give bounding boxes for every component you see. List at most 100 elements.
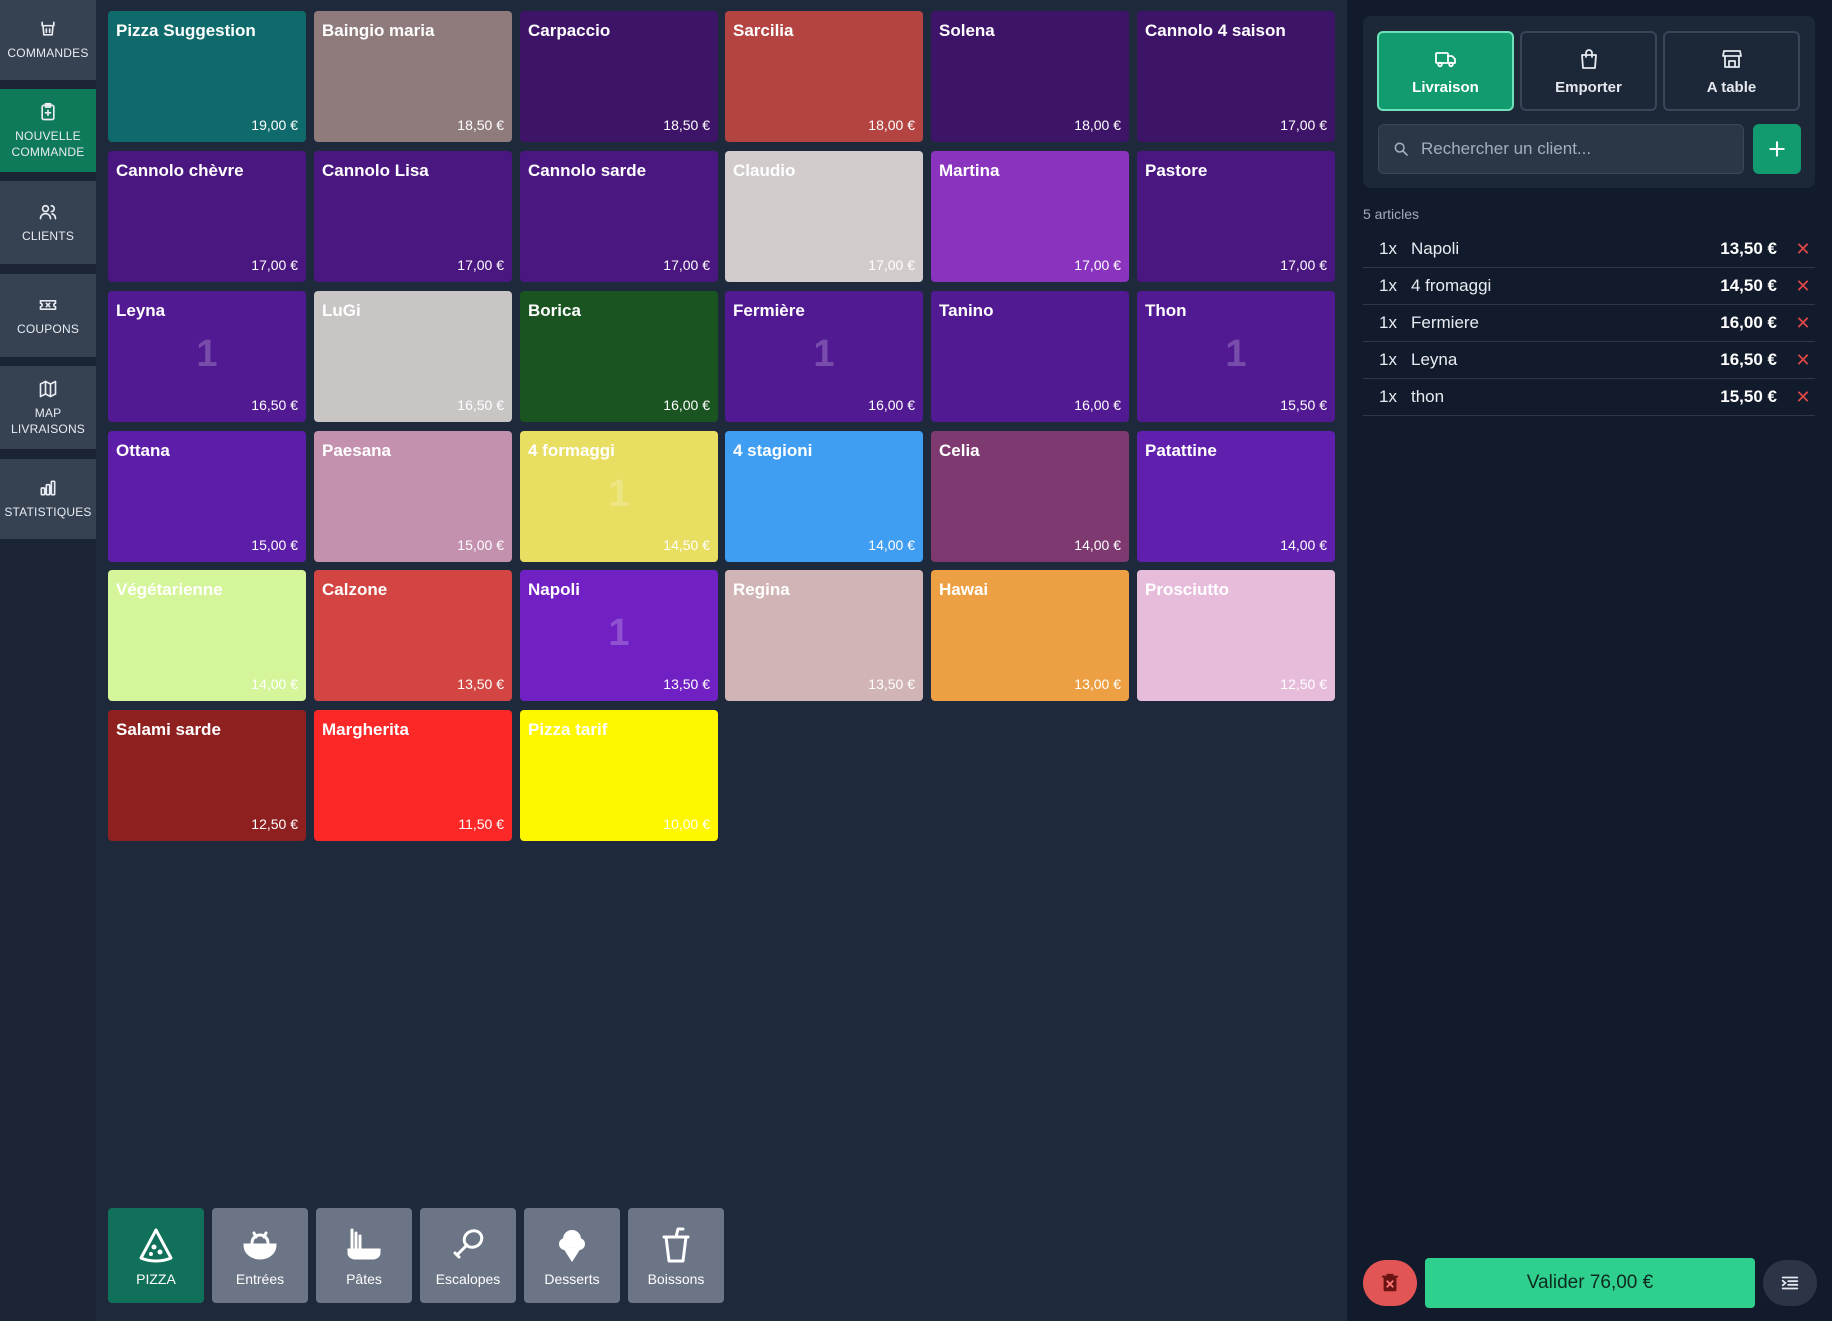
list-indent-icon (1781, 1276, 1799, 1290)
product-price: 15,00 € (457, 537, 504, 553)
nav-item-statistiques[interactable]: STATISTIQUES (0, 459, 96, 539)
product-tile[interactable]: Paesana 15,00 € (314, 431, 512, 562)
product-price: 16,50 € (251, 397, 298, 413)
category-tab-desserts[interactable]: Desserts (524, 1208, 620, 1303)
product-tile[interactable]: Salami sarde 12,50 € (108, 710, 306, 841)
product-tile[interactable]: Calzone 13,50 € (314, 570, 512, 701)
remove-item-button[interactable]: ✕ (1791, 239, 1815, 260)
nav-item-map-livraisons[interactable]: MAP LIVRAISONS (0, 366, 96, 449)
delete-order-button[interactable] (1363, 1260, 1417, 1306)
product-price: 17,00 € (1074, 257, 1121, 273)
product-tile[interactable]: Fermière 1 16,00 € (725, 291, 923, 422)
product-price: 16,00 € (868, 397, 915, 413)
product-tile[interactable]: Claudio 17,00 € (725, 151, 923, 282)
cart-item-name: Leyna (1411, 350, 1458, 369)
product-tile[interactable]: Napoli 1 13,50 € (520, 570, 718, 701)
product-tile[interactable]: Hawai 13,00 € (931, 570, 1129, 701)
product-tile[interactable]: Leyna 1 16,50 € (108, 291, 306, 422)
product-tile[interactable]: Pizza tarif 10,00 € (520, 710, 718, 841)
cart-item[interactable]: 1x Fermiere 16,00 € ✕ (1363, 305, 1815, 342)
category-tab-escalopes[interactable]: Escalopes (420, 1208, 516, 1303)
product-tile[interactable]: Borica 16,00 € (520, 291, 718, 422)
cart-item[interactable]: 1x Napoli 13,50 € ✕ (1363, 231, 1815, 268)
product-tile[interactable]: Cannolo Lisa 17,00 € (314, 151, 512, 282)
product-name: Pizza Suggestion (116, 21, 256, 40)
client-search[interactable] (1378, 124, 1744, 174)
product-tile[interactable]: Ottana 15,00 € (108, 431, 306, 562)
add-client-button[interactable] (1753, 124, 1801, 174)
category-tab-entrees[interactable]: Entrées (212, 1208, 308, 1303)
product-tile[interactable]: Carpaccio 18,50 € (520, 11, 718, 142)
category-label: PIZZA (136, 1270, 176, 1287)
cart-item-qty: 1x (1379, 313, 1397, 332)
nav-label: COUPONS (16, 321, 80, 336)
cart-item[interactable]: 1x Leyna 16,50 € ✕ (1363, 342, 1815, 379)
product-name: Borica (528, 301, 581, 320)
nav-item-clients[interactable]: CLIENTS (0, 181, 96, 264)
remove-item-button[interactable]: ✕ (1791, 387, 1815, 408)
nav-item-coupons[interactable]: COUPONS (0, 274, 96, 357)
nav-label: MAP LIVRAISONS (10, 405, 86, 436)
product-tile[interactable]: LuGi 16,50 € (314, 291, 512, 422)
nav-item-commandes[interactable]: COMMANDES (0, 0, 96, 80)
product-cart-count: 1 (196, 333, 218, 375)
product-tile[interactable]: Regina 13,50 € (725, 570, 923, 701)
mode-livraison-button[interactable]: Livraison (1377, 31, 1514, 111)
product-tile[interactable]: Solena 18,00 € (931, 11, 1129, 142)
product-name: Celia (939, 441, 980, 460)
remove-item-button[interactable]: ✕ (1791, 350, 1815, 371)
nav-label: COMMANDES (7, 46, 89, 60)
product-tile[interactable]: Baingio maria 18,50 € (314, 11, 512, 142)
cart-item[interactable]: 1x thon 15,50 € ✕ (1363, 379, 1815, 416)
product-price: 12,50 € (1280, 676, 1327, 692)
product-tile[interactable]: Tanino 16,00 € (931, 291, 1129, 422)
cart-item-qty: 1x (1379, 276, 1397, 295)
remove-item-button[interactable]: ✕ (1791, 276, 1815, 297)
product-tile[interactable]: Pizza Suggestion 19,00 € (108, 11, 306, 142)
nav-label: STATISTIQUES (4, 505, 92, 519)
product-tile[interactable]: Cannolo 4 saison 17,00 € (1137, 11, 1335, 142)
product-price: 12,50 € (251, 816, 298, 832)
mode-label: A table (1706, 78, 1757, 96)
mode-emporter-button[interactable]: Emporter (1520, 31, 1657, 111)
order-menu-button[interactable] (1763, 1260, 1817, 1306)
map-icon (39, 380, 57, 397)
remove-item-button[interactable]: ✕ (1791, 313, 1815, 334)
mode-a-table-button[interactable]: A table (1663, 31, 1800, 111)
category-tab-pizza[interactable]: PIZZA (108, 1208, 204, 1303)
product-tile[interactable]: Cannolo sarde 17,00 € (520, 151, 718, 282)
product-tile[interactable]: Végétarienne 14,00 € (108, 570, 306, 701)
product-tile[interactable]: Sarcilia 18,00 € (725, 11, 923, 142)
cart-item[interactable]: 1x 4 fromaggi 14,50 € ✕ (1363, 268, 1815, 305)
product-tile[interactable]: Pastore 17,00 € (1137, 151, 1335, 282)
category-tab-pates[interactable]: Pâtes (316, 1208, 412, 1303)
product-name: Carpaccio (528, 21, 611, 40)
product-name: 4 formaggi (528, 441, 615, 460)
product-cart-count: 1 (608, 473, 630, 515)
category-tab-boissons[interactable]: Boissons (628, 1208, 724, 1303)
product-price: 17,00 € (1280, 117, 1327, 133)
product-tile[interactable]: Cannolo chèvre 17,00 € (108, 151, 306, 282)
nav-item-nouvelle-commande[interactable]: NOUVELLE COMMANDE (0, 89, 96, 172)
product-tile[interactable]: Prosciutto 12,50 € (1137, 570, 1335, 701)
product-tile[interactable]: Patattine 14,00 € (1137, 431, 1335, 562)
product-price: 13,50 € (457, 676, 504, 692)
product-tile[interactable]: 4 formaggi 1 14,50 € (520, 431, 718, 562)
product-price: 18,00 € (868, 117, 915, 133)
search-icon (1394, 142, 1408, 156)
product-name: Pastore (1145, 161, 1208, 180)
nav-label: CLIENTS (21, 228, 75, 243)
product-price: 16,00 € (1074, 397, 1121, 413)
product-tile[interactable]: Thon 1 15,50 € (1137, 291, 1335, 422)
client-search-input[interactable] (1421, 139, 1721, 159)
product-tile[interactable]: Martina 17,00 € (931, 151, 1129, 282)
product-tile[interactable]: Celia 14,00 € (931, 431, 1129, 562)
product-tile[interactable]: 4 stagioni 14,00 € (725, 431, 923, 562)
category-label: Desserts (544, 1270, 600, 1287)
cup-icon (662, 1227, 690, 1262)
product-tile[interactable]: Margherita 11,50 € (314, 710, 512, 841)
validate-order-button[interactable]: Valider 76,00 € (1425, 1258, 1755, 1308)
product-name: 4 stagioni (733, 441, 813, 460)
product-name: Patattine (1145, 441, 1217, 460)
cart-item-price: 16,00 € (1720, 313, 1777, 332)
